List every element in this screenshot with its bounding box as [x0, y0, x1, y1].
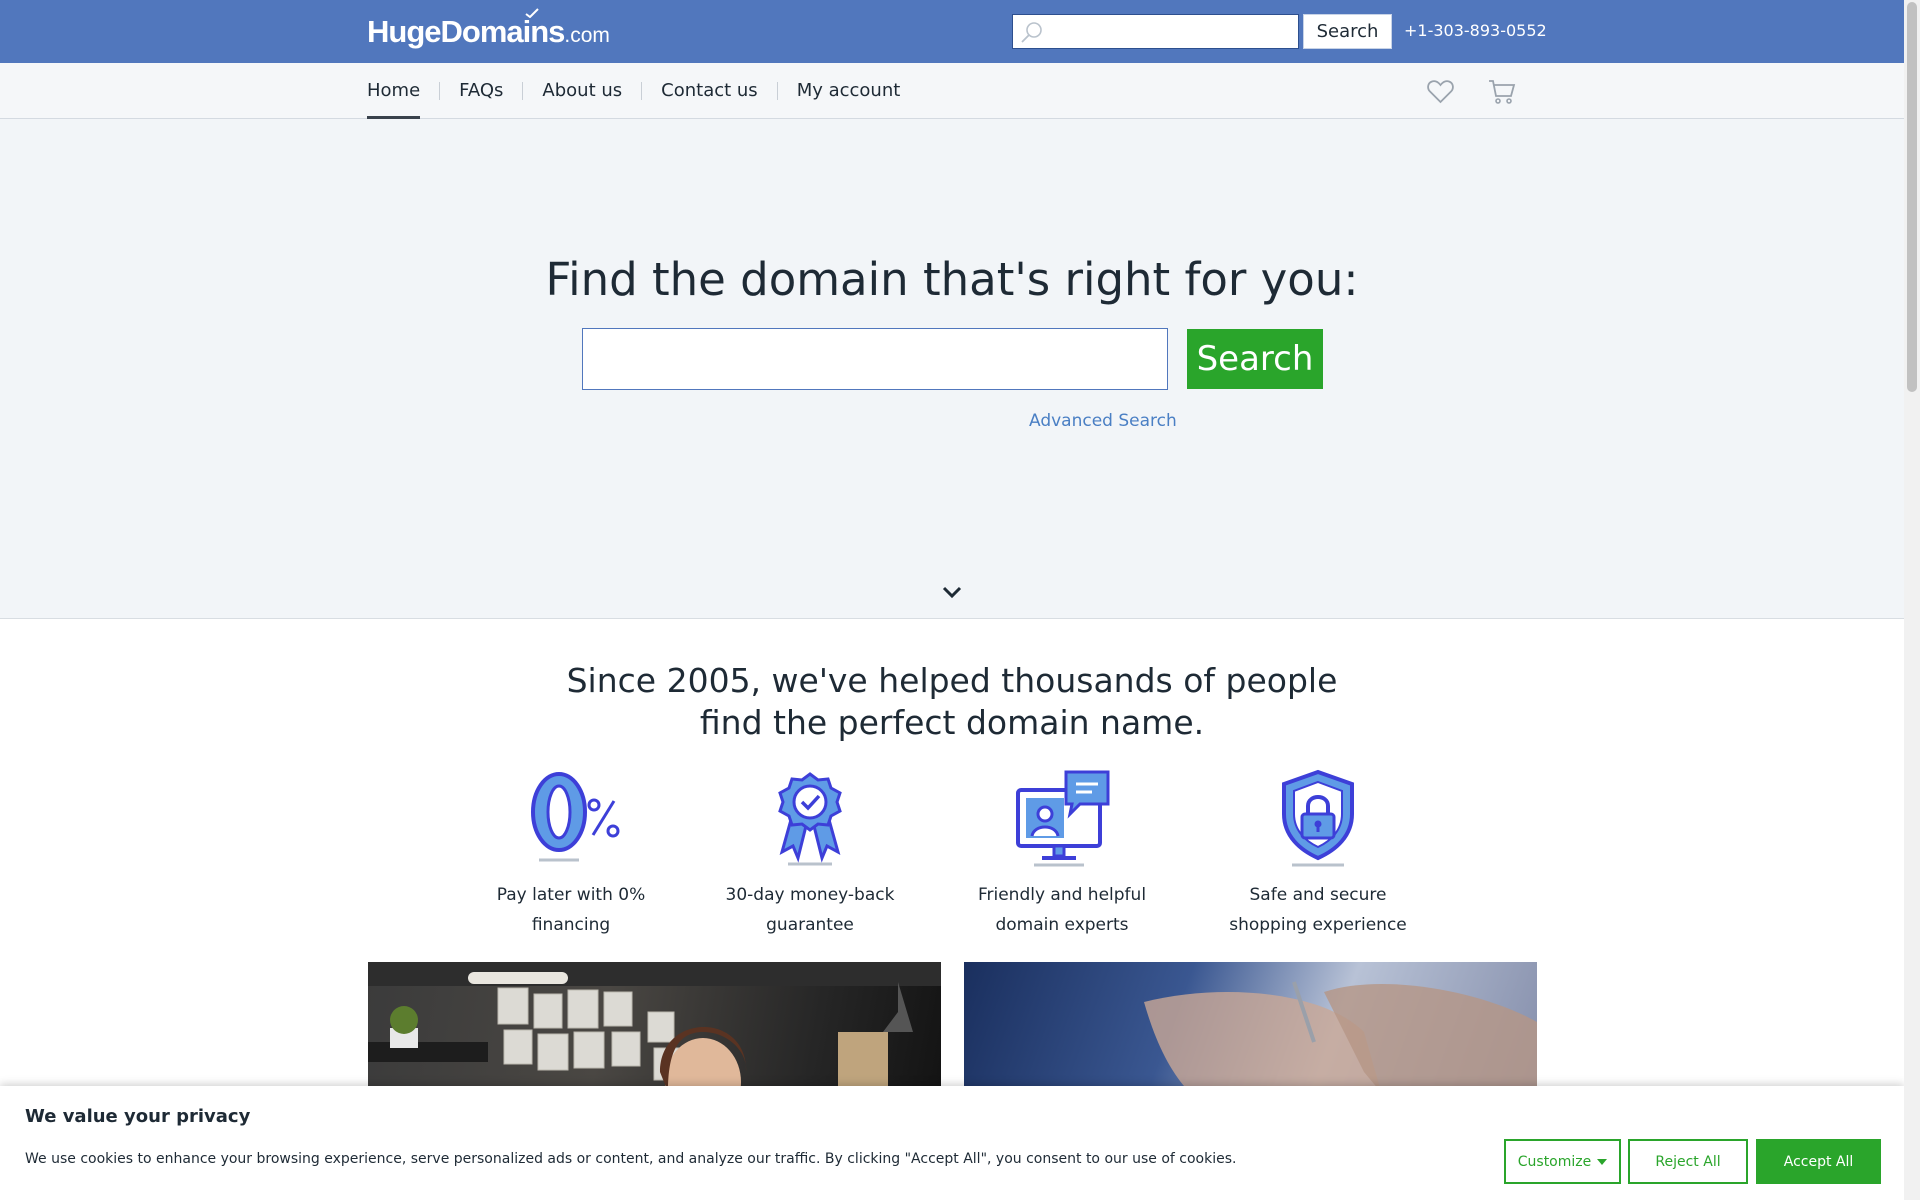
main-nav-bar: Home FAQs About us Contact us My account [0, 63, 1904, 119]
nav-item-about-us[interactable]: About us [522, 82, 641, 100]
nav-item-my-account[interactable]: My account [776, 82, 920, 100]
cookie-consent-banner: We value your privacy We use cookies to … [0, 1086, 1904, 1200]
reject-all-button[interactable]: Reject All [1628, 1139, 1748, 1184]
site-logo[interactable]: HugeDomains.com [367, 8, 610, 50]
feature-caption: 30-day money-back guarantee [705, 880, 915, 940]
nav-item-home[interactable]: Home [367, 82, 439, 119]
feature-caption: Safe and secure shopping experience [1213, 880, 1423, 940]
domain-search-input[interactable] [582, 328, 1168, 390]
chevron-down-icon[interactable] [941, 585, 963, 599]
nav-item-faqs[interactable]: FAQs [439, 82, 522, 100]
feature-line-2: financing [531, 915, 611, 935]
feature-line-1: Safe and secure [1249, 885, 1387, 905]
feature-line-1: Pay later with 0% [496, 885, 646, 905]
award-ribbon-icon [778, 772, 842, 866]
nav-item-contact-us[interactable]: Contact us [641, 82, 777, 100]
feature-line-2: domain experts [995, 915, 1129, 935]
zero-percent-icon [531, 772, 620, 862]
feature-money-back: 30-day money-back guarantee [705, 768, 915, 940]
main-nav: Home FAQs About us Contact us My account [367, 63, 919, 119]
header-search-input[interactable] [1012, 14, 1299, 49]
feature-line-1: Friendly and helpful [977, 885, 1147, 905]
customize-label: Customize [1517, 1153, 1592, 1170]
logo-check-icon [525, 8, 539, 18]
shield-lock-icon [1282, 769, 1354, 867]
feature-line-1: 30-day money-back [725, 885, 895, 905]
feature-experts: Friendly and helpful domain experts [957, 768, 1167, 940]
search-icon [1021, 22, 1042, 43]
scrollbar-thumb[interactable] [1907, 2, 1917, 392]
cookie-title: We value your privacy [25, 1106, 251, 1127]
feature-caption: Pay later with 0% financing [466, 880, 676, 940]
feature-line-2: shopping experience [1229, 915, 1407, 935]
feature-secure: Safe and secure shopping experience [1213, 768, 1423, 940]
cart-icon[interactable] [1488, 79, 1516, 105]
advanced-search-link[interactable]: Advanced Search [1029, 411, 1177, 431]
accept-all-button[interactable]: Accept All [1756, 1139, 1881, 1184]
caret-down-icon [1597, 1158, 1608, 1165]
feature-financing: Pay later with 0% financing [466, 768, 676, 940]
support-chat-icon [1016, 770, 1110, 867]
cookie-message: We use cookies to enhance your browsing … [25, 1151, 1237, 1167]
customize-button[interactable]: Customize [1504, 1139, 1621, 1184]
top-header: HugeDomains.com Search +1-303-893-0552 [0, 0, 1904, 63]
intro-heading: Since 2005, we've helped thousands of pe… [0, 660, 1904, 744]
domain-search-button[interactable]: Search [1187, 329, 1323, 389]
hero-title: Find the domain that's right for you: [545, 253, 1359, 306]
logo-tld-text: .com [564, 24, 610, 47]
intro-line-1: Since 2005, we've helped thousands of pe… [566, 661, 1338, 700]
feature-line-2: guarantee [766, 915, 854, 935]
phone-number[interactable]: +1-303-893-0552 [1404, 21, 1547, 40]
intro-line-2: find the perfect domain name. [699, 703, 1205, 742]
header-search-button[interactable]: Search [1303, 14, 1392, 49]
logo-main-text: HugeDomains [367, 14, 565, 49]
heart-icon[interactable] [1427, 79, 1454, 104]
feature-caption: Friendly and helpful domain experts [957, 880, 1167, 940]
